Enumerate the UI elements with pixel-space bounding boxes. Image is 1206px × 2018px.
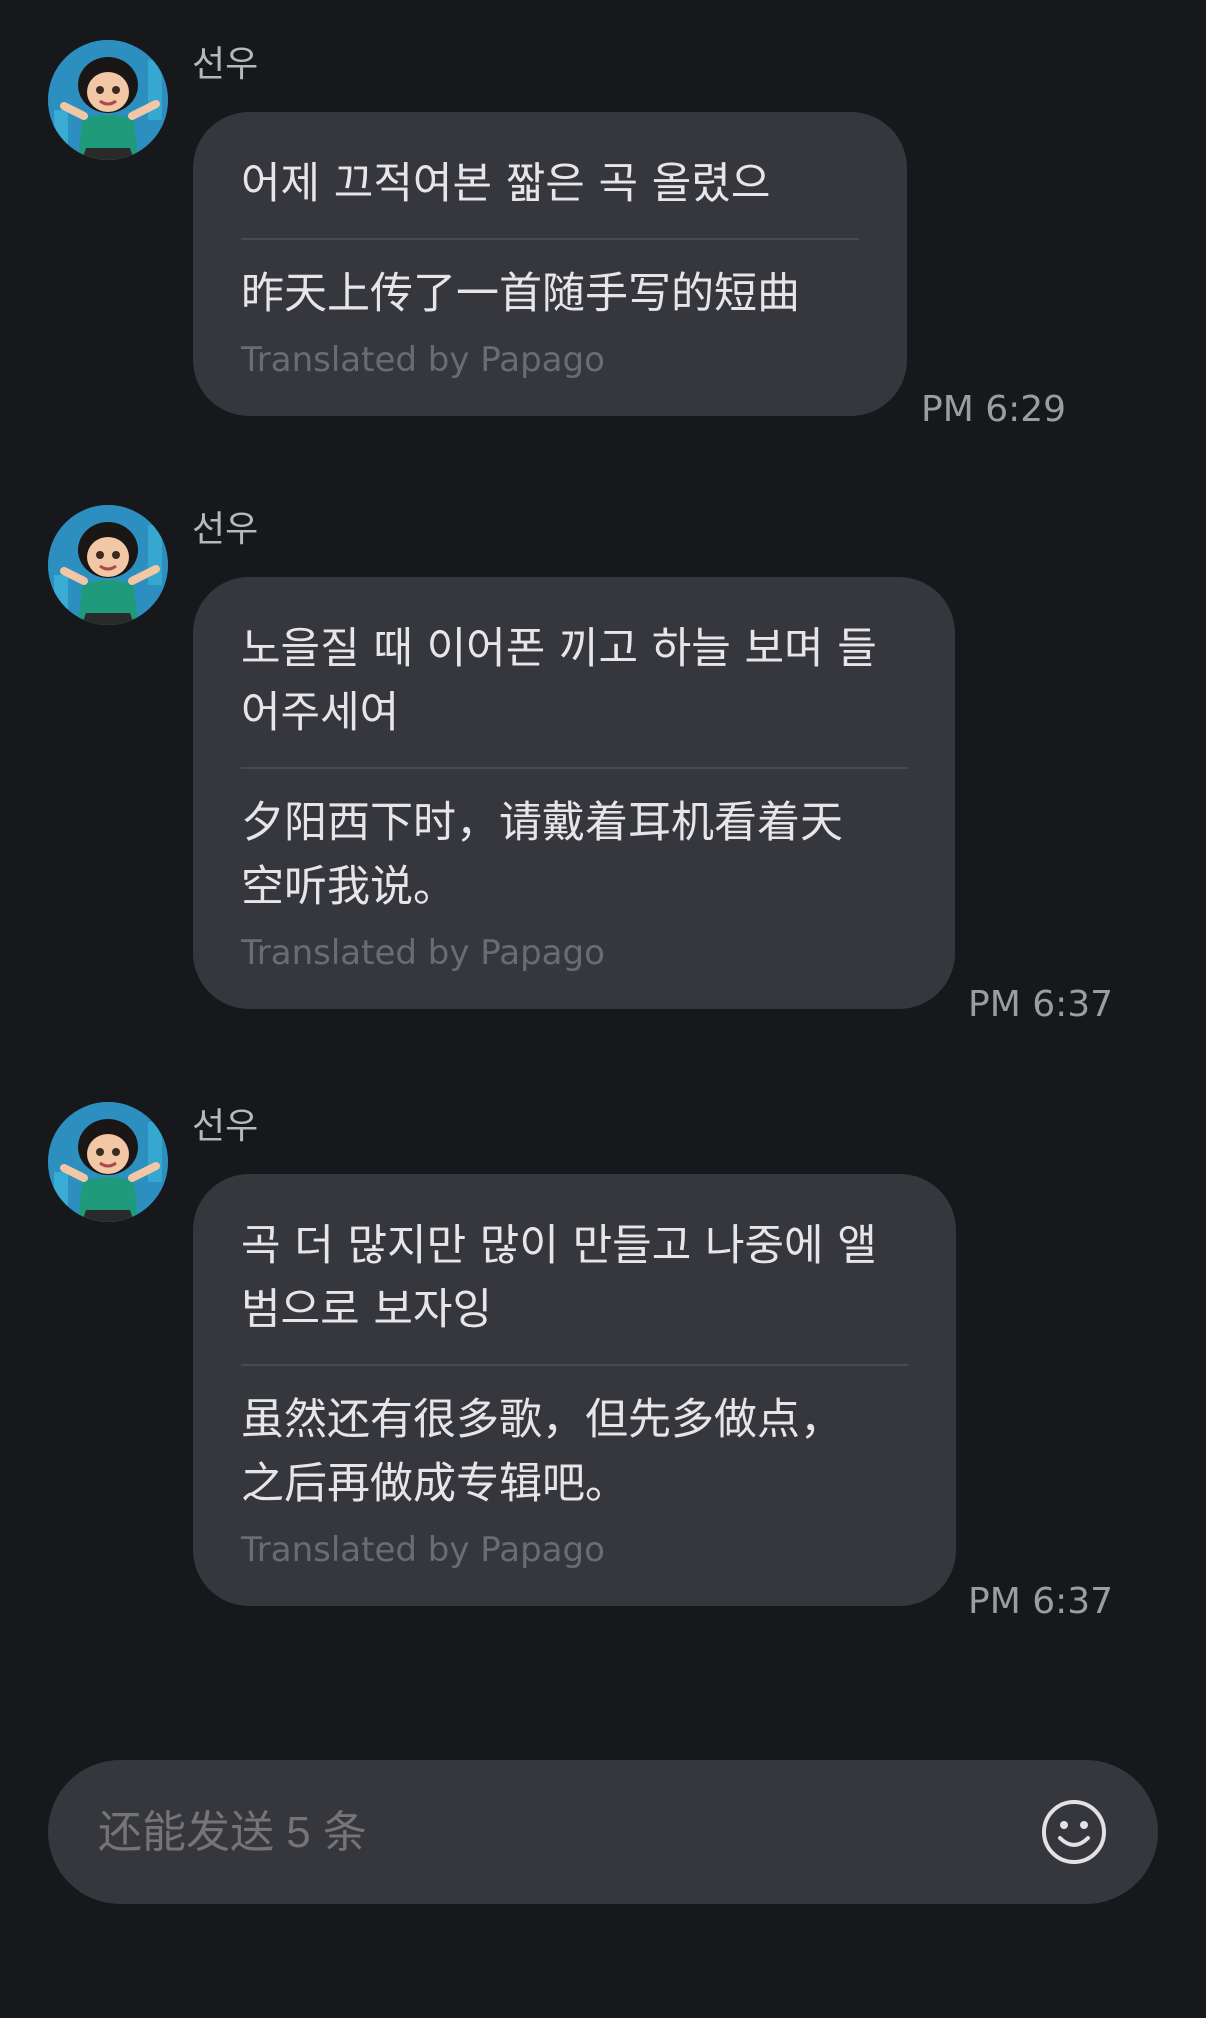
sender-avatar[interactable]: [48, 1102, 168, 1222]
message-bubble[interactable]: 어제 끄적여본 짧은 곡 올렸으 昨天上传了一首随手写的短曲 Translate…: [193, 112, 907, 416]
message-timestamp: PM 6:37: [968, 984, 1114, 1025]
translation-credit: Translated by Papago: [241, 1530, 605, 1570]
message-timestamp: PM 6:37: [968, 1581, 1114, 1622]
sender-avatar[interactable]: [48, 505, 168, 625]
message-translation-text: 夕阳西下时，请戴着耳机看着天 空听我说。: [241, 798, 843, 912]
avatar-image: [48, 1102, 168, 1222]
message-composer: [48, 1760, 1158, 1906]
message-timestamp: PM 6:29: [921, 389, 1067, 430]
sender-name: 선우: [192, 44, 259, 85]
message-original-text: 노을질 때 이어폰 끼고 하늘 보며 들 어주세여: [241, 624, 877, 738]
translation-divider: [241, 767, 907, 769]
translation-credit: Translated by Papago: [241, 933, 605, 973]
sender-name: 선우: [192, 1106, 259, 1147]
avatar-image: [48, 505, 168, 625]
message-input[interactable]: [96, 1760, 1000, 1906]
message-bubble[interactable]: 노을질 때 이어폰 끼고 하늘 보며 들 어주세여 夕阳西下时，请戴着耳机看着天…: [193, 577, 955, 1009]
avatar-image: [48, 40, 168, 160]
translation-divider: [241, 238, 859, 240]
translation-credit: Translated by Papago: [241, 340, 605, 380]
sender-avatar[interactable]: [48, 40, 168, 160]
message-translation-text: 虽然还有很多歌，但先多做点， 之后再做成专辑吧。: [241, 1395, 843, 1509]
translation-divider: [241, 1364, 908, 1366]
sender-name: 선우: [192, 509, 259, 550]
message-original-text: 어제 끄적여본 짧은 곡 올렸으: [241, 159, 771, 209]
message-bubble[interactable]: 곡 더 많지만 많이 만들고 나중에 앨 범으로 보자잉 虽然还有很多歌，但先多…: [193, 1174, 956, 1606]
message-original-text: 곡 더 많지만 많이 만들고 나중에 앨 범으로 보자잉: [241, 1221, 877, 1335]
message-translation-text: 昨天上传了一首随手写的短曲: [241, 269, 800, 319]
smiley-face-icon[interactable]: [1040, 1798, 1108, 1866]
